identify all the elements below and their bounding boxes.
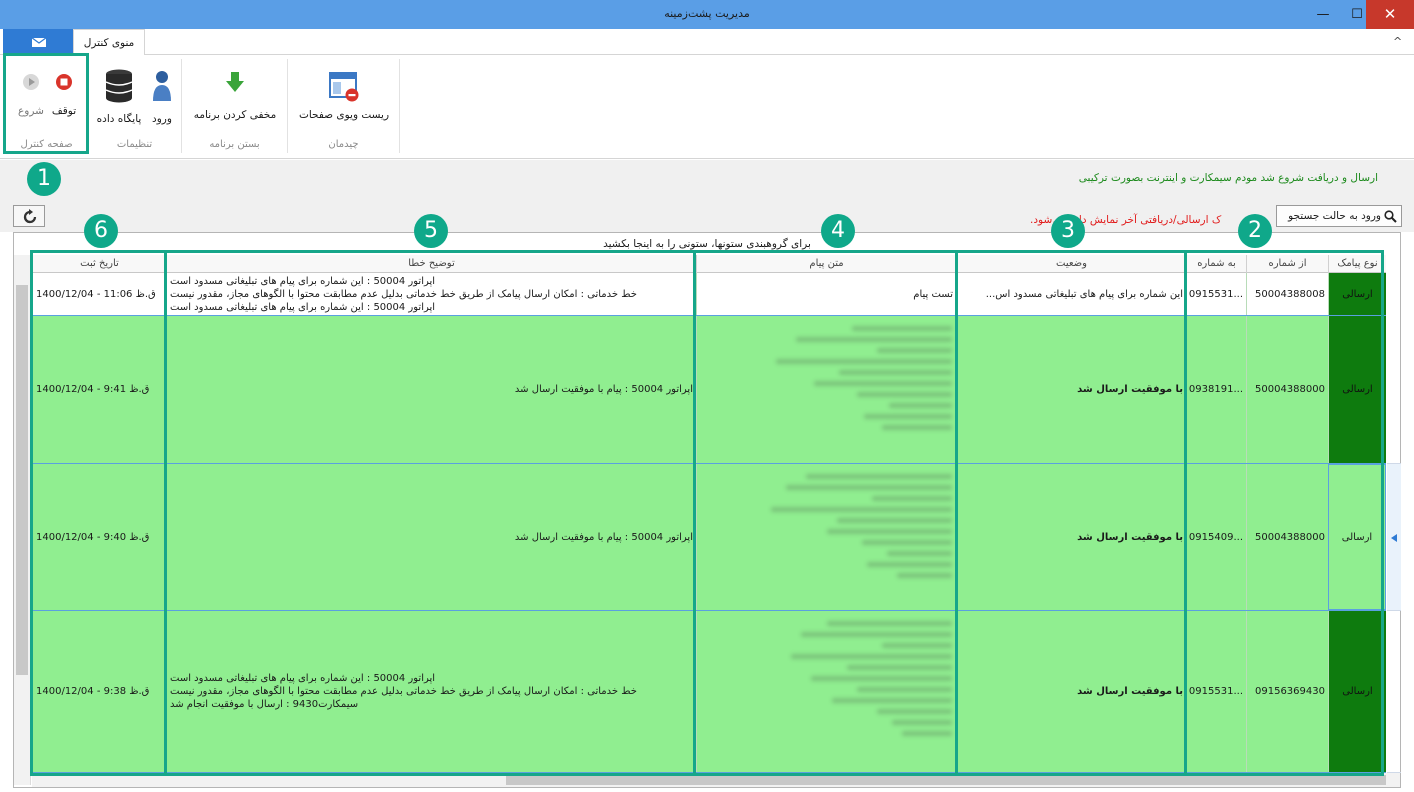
- vertical-scroll-thumb[interactable]: [16, 285, 28, 675]
- login-label: ورود: [152, 113, 172, 125]
- group-settings: ورود پایگاه داده تنظیمات: [88, 59, 182, 153]
- search-mode-button[interactable]: ورود به حالت جستجو: [1276, 205, 1402, 227]
- highlight-status-column: [955, 250, 1187, 776]
- user-icon: [153, 71, 171, 101]
- row-indicator[interactable]: [1387, 316, 1401, 464]
- annotation-badge-4: 4: [821, 214, 855, 248]
- group-label-settings: تنظیمات: [116, 139, 153, 150]
- annotation-badge-5: 5: [414, 214, 448, 248]
- refresh-icon: [23, 209, 37, 224]
- annotation-badge-6: 6: [84, 214, 118, 248]
- mail-tab[interactable]: [3, 29, 73, 55]
- minimize-button[interactable]: —: [1306, 0, 1340, 29]
- annotation-badge-1: 1: [27, 162, 61, 196]
- window-title: مدیریت پشت‌زمینه: [664, 7, 750, 20]
- reset-views-label: ریست ویوی صفحات: [298, 109, 390, 121]
- group-label-close-app: بستن برنامه: [209, 139, 260, 150]
- close-button[interactable]: ✕: [1366, 0, 1414, 29]
- tab-control-menu[interactable]: منوی کنترل: [73, 29, 145, 56]
- status-message: ارسال و دریافت شروع شد مودم سیمکارت و ای…: [1078, 172, 1378, 184]
- reset-views-button[interactable]: ریست ویوی صفحات: [292, 71, 396, 121]
- search-mode-label: ورود به حالت جستجو: [1288, 210, 1381, 222]
- group-label-layout: چیدمان: [328, 139, 359, 150]
- mail-icon: [31, 37, 47, 48]
- row-indicator-current[interactable]: [1387, 464, 1401, 611]
- group-close-app: مخفی کردن برنامه بستن برنامه: [182, 59, 288, 153]
- highlight-date-column: [30, 250, 167, 776]
- annotation-badge-2: 2: [1238, 214, 1272, 248]
- status-area: ارسال و دریافت شروع شد مودم سیمکارت و ای…: [0, 160, 1414, 232]
- hide-app-label: مخفی کردن برنامه: [193, 109, 277, 121]
- row-indicator[interactable]: [1387, 611, 1401, 773]
- group-layout: ریست ویوی صفحات چیدمان: [288, 59, 400, 153]
- highlight-error-column: [164, 250, 696, 776]
- database-label: پایگاه داده: [96, 113, 142, 125]
- highlight-numbers-columns: [1184, 250, 1384, 776]
- ribbon: توقف شروع صفحه کنترل ورود پایگاه داده تن…: [0, 55, 1414, 159]
- vertical-scrollbar[interactable]: [14, 255, 31, 785]
- database-icon: [105, 69, 133, 103]
- refresh-button[interactable]: [13, 205, 45, 227]
- ribbon-tab-strip: منوی کنترل ^: [0, 29, 1414, 56]
- annotation-badge-3: 3: [1051, 214, 1085, 248]
- arrow-down-icon: [226, 72, 244, 92]
- collapse-ribbon-icon[interactable]: ^: [1393, 35, 1402, 48]
- highlight-text-column: [693, 250, 958, 776]
- login-button[interactable]: ورود: [146, 69, 178, 125]
- database-button[interactable]: پایگاه داده: [92, 69, 146, 125]
- title-bar: مدیریت پشت‌زمینه — ☐ ✕: [0, 0, 1414, 29]
- reset-layout-icon: [329, 72, 359, 102]
- search-icon: [1384, 210, 1397, 223]
- horizontal-scroll-thumb[interactable]: [506, 775, 1386, 785]
- current-row-arrow-icon: [1391, 534, 1397, 542]
- highlight-control-page: [3, 53, 89, 154]
- hide-app-button[interactable]: مخفی کردن برنامه: [186, 71, 284, 121]
